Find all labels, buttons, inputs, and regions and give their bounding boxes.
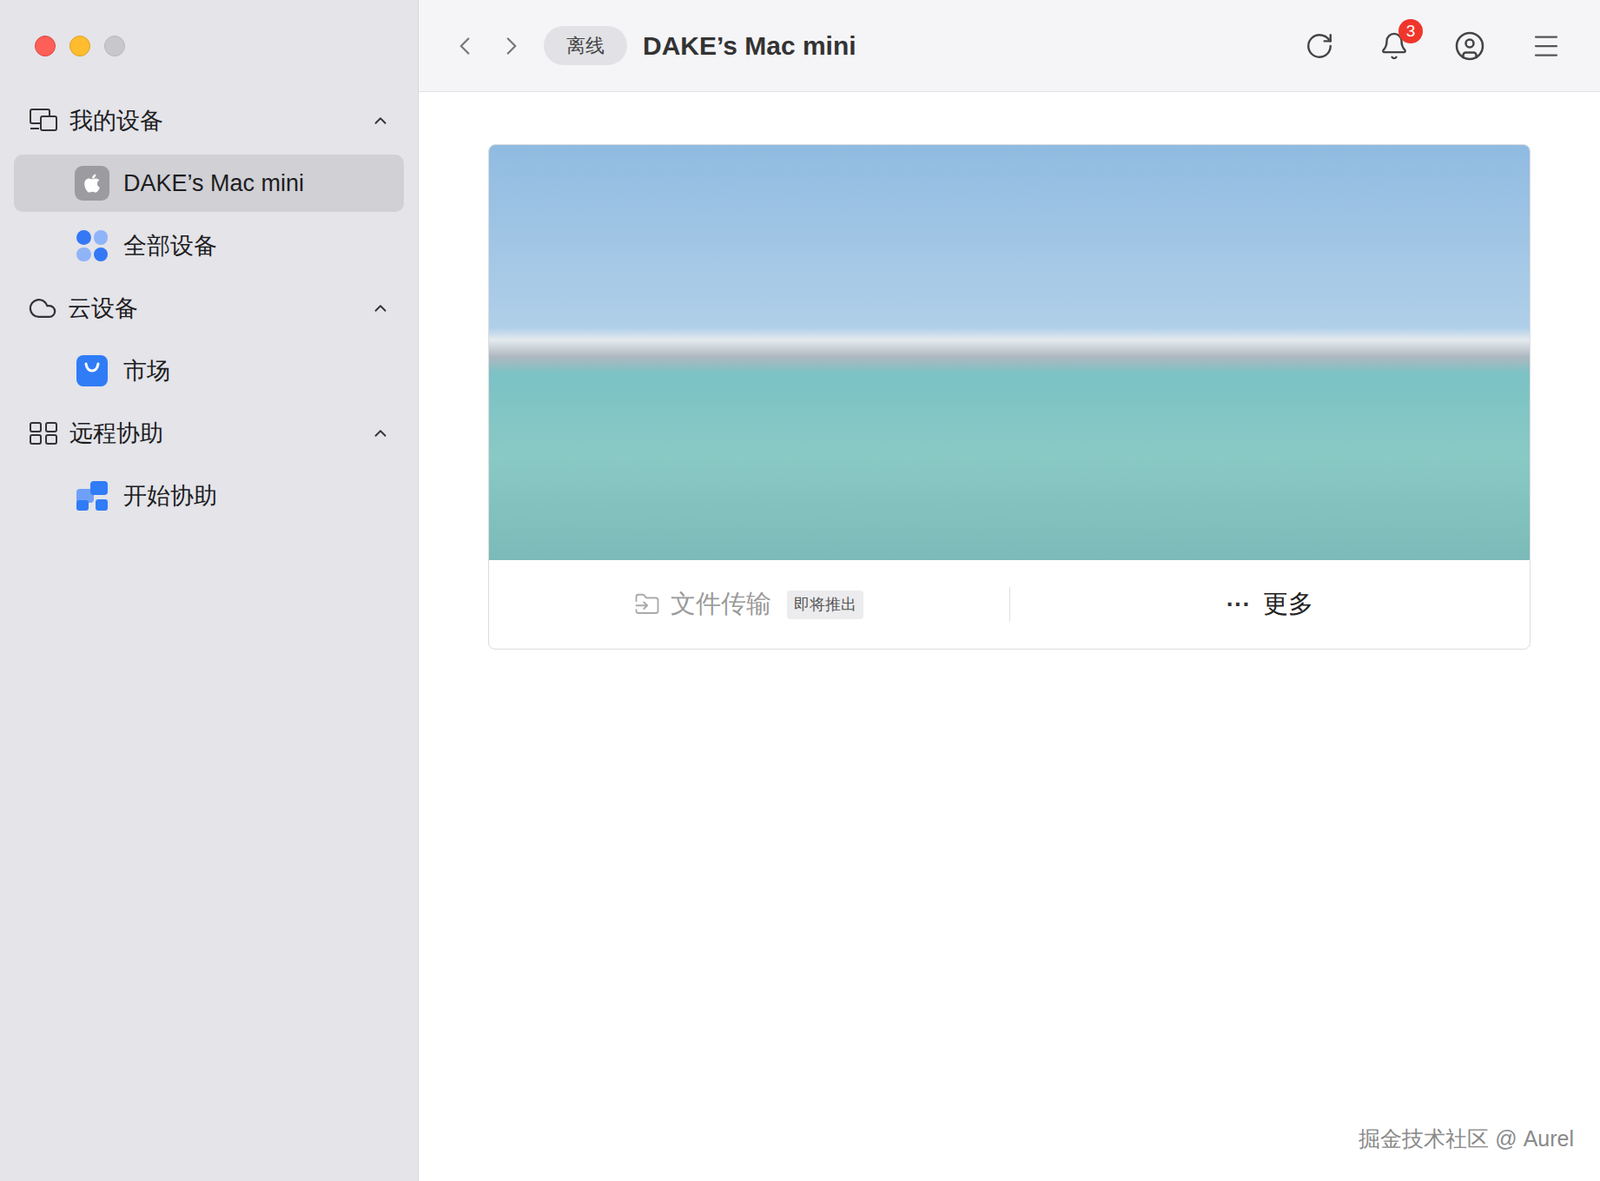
device-wallpaper [489, 145, 1530, 561]
sidebar-section: 我的设备 DAKE’s Mac mini 全部设备 [13, 92, 404, 275]
sidebar-item[interactable]: 开始协助 [13, 467, 404, 525]
traffic-lights [0, 0, 418, 93]
section-label: 远程协助 [69, 416, 361, 452]
app-window: 我的设备 DAKE’s Mac mini 全部设备云设备市场远程协助开始协助 离线 DA… [0, 0, 1600, 1181]
card-actions: 文件传输即将推出 ··· 更多 [489, 560, 1530, 649]
file-transfer-action: 文件传输即将推出 [489, 585, 1010, 624]
window-title: DAKE’s Mac mini [642, 26, 857, 66]
more-glyph: ··· [1226, 586, 1251, 623]
sidebar-section: 云设备市场 [13, 279, 404, 400]
device-card: 文件传输即将推出 ··· 更多 [488, 144, 1531, 650]
content: 文件传输即将推出 ··· 更多 [418, 92, 1600, 1181]
item-label: DAKE’s Mac mini [123, 165, 305, 202]
item-label: 全部设备 [123, 228, 218, 265]
close-button[interactable] [34, 35, 56, 57]
main-panel: 离线 DAKE’s Mac mini 3 文件传输即将推出 ··· 更多掘金技术社区 @ … [418, 0, 1600, 1181]
section-header[interactable]: 我的设备 [13, 92, 404, 150]
zoom-button[interactable] [104, 35, 126, 57]
action-divider [1009, 587, 1011, 622]
back-icon[interactable] [449, 31, 480, 61]
menu-icon[interactable] [1530, 30, 1562, 62]
notifications-button[interactable]: 3 [1379, 31, 1409, 61]
collapse-chevron-icon[interactable] [370, 423, 391, 443]
collapse-chevron-icon[interactable] [370, 298, 391, 318]
section-header[interactable]: 远程协助 [13, 404, 404, 463]
section-label: 云设备 [67, 290, 361, 327]
more-action[interactable]: ··· 更多 [1010, 585, 1531, 624]
status-pill: 离线 [543, 26, 628, 66]
cloud-icon [27, 293, 58, 324]
sidebar-item[interactable]: 市场 [13, 342, 404, 400]
collapse-chevron-icon[interactable] [370, 111, 391, 131]
item-label: 市场 [123, 353, 171, 390]
sidebar-item[interactable]: 全部设备 [13, 217, 404, 275]
apple-icon [74, 165, 110, 201]
action-label: 更多 [1262, 585, 1314, 624]
item-label: 开始协助 [123, 478, 218, 515]
toolbar: 离线 DAKE’s Mac mini 3 [418, 0, 1600, 93]
notification-badge: 3 [1398, 19, 1423, 44]
sidebar: 我的设备 DAKE’s Mac mini 全部设备云设备市场远程协助开始协助 [0, 0, 419, 1181]
collab-icon [74, 478, 110, 514]
account-icon[interactable] [1454, 30, 1486, 62]
action-label: 文件传输 [670, 585, 772, 624]
remote-icon [27, 418, 60, 449]
devices-icon [27, 105, 60, 136]
minimize-button[interactable] [69, 35, 91, 57]
store-icon [74, 353, 110, 389]
sidebar-list: 我的设备 DAKE’s Mac mini 全部设备云设备市场远程协助开始协助 [0, 92, 418, 525]
coming-soon-badge: 即将推出 [786, 590, 864, 620]
refresh-icon[interactable] [1304, 31, 1335, 61]
watermark: 掘金技术社区 @ Aurel [1358, 1123, 1574, 1157]
all-devices-icon [74, 228, 110, 264]
folder-icon [634, 591, 661, 618]
forward-icon[interactable] [496, 31, 527, 61]
section-label: 我的设备 [69, 103, 361, 139]
sidebar-item[interactable]: DAKE’s Mac mini [13, 154, 404, 212]
sidebar-section: 远程协助开始协助 [13, 404, 404, 525]
toolbar-actions: 3 [1304, 30, 1562, 62]
section-header[interactable]: 云设备 [13, 279, 404, 338]
